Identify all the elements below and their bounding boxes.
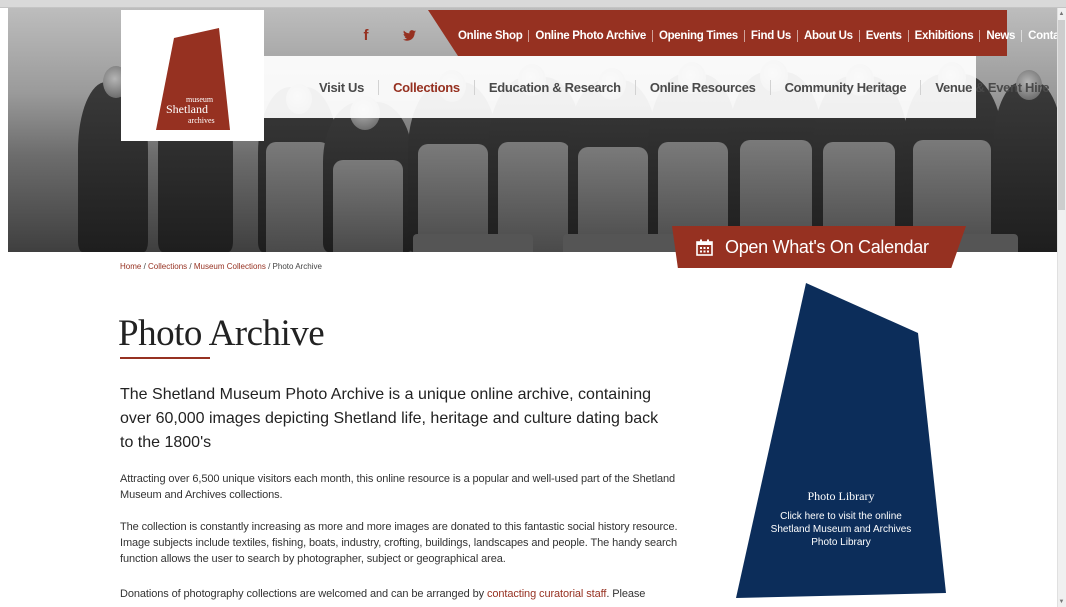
scroll-up-arrow-icon[interactable]: ▲ (1058, 10, 1065, 18)
nav-education-research[interactable]: Education & Research (475, 79, 636, 95)
util-link-online-photo-archive[interactable]: Online Photo Archive (529, 30, 653, 42)
paragraph-donations: Donations of photography collections are… (120, 586, 680, 602)
breadcrumb-separator: / (265, 262, 273, 271)
breadcrumb-collections[interactable]: Collections (148, 262, 187, 271)
util-link-find-us[interactable]: Find Us (745, 30, 798, 42)
breadcrumb-museum-collections[interactable]: Museum Collections (194, 262, 266, 271)
scrollbar-thumb[interactable] (1058, 20, 1065, 210)
util-link-online-shop[interactable]: Online Shop (452, 30, 530, 42)
breadcrumb-separator: / (141, 262, 149, 271)
util-link-about-us[interactable]: About Us (798, 30, 860, 42)
breadcrumb: Home / Collections / Museum Collections … (120, 262, 322, 271)
utility-nav: Online Shop Online Photo Archive Opening… (452, 27, 1066, 45)
lead-paragraph: The Shetland Museum Photo Archive is a u… (120, 386, 659, 451)
main-nav: Visit Us Collections Education & Researc… (264, 56, 1049, 118)
breadcrumb-home[interactable]: Home (120, 262, 141, 271)
breadcrumb-separator: / (187, 262, 194, 271)
nav-collections[interactable]: Collections (379, 79, 475, 95)
util-link-opening-times[interactable]: Opening Times (653, 30, 745, 42)
page-title: Photo Archive (118, 313, 325, 354)
nav-community-heritage[interactable]: Community Heritage (771, 79, 922, 95)
photo-library-title: Photo Library (807, 489, 875, 503)
util-link-exhibitions[interactable]: Exhibitions (909, 30, 981, 42)
calendar-button-label: Open What's On Calendar (725, 236, 929, 257)
donations-text-end: . Please (606, 588, 646, 600)
twitter-icon[interactable] (398, 24, 420, 46)
util-link-news[interactable]: News (980, 30, 1023, 42)
nav-visit-us[interactable]: Visit Us (305, 79, 380, 95)
photo-library-description: Click here to visit the online Shetland … (770, 511, 912, 548)
browser-top-strip (0, 0, 1066, 8)
calendar-icon (696, 239, 713, 256)
breadcrumb-current: Photo Archive (272, 262, 322, 271)
title-underline (120, 357, 210, 359)
logo-text-shetland: Shetland (166, 102, 208, 116)
nav-online-resources[interactable]: Online Resources (636, 79, 771, 95)
nav-venue-event-hire[interactable]: Venue & Event Hire (921, 80, 1063, 95)
open-calendar-button[interactable]: Open What's On Calendar (672, 226, 966, 268)
scroll-down-arrow-icon[interactable]: ▼ (1058, 598, 1065, 606)
paragraph-visitors: Attracting over 6,500 unique visitors ea… (120, 473, 676, 501)
util-link-events[interactable]: Events (860, 30, 909, 42)
paragraph-collection: The collection is constantly increasing … (120, 521, 678, 565)
logo-text-archives: archives (188, 116, 215, 125)
facebook-icon[interactable]: f (355, 24, 377, 46)
donations-text-start: Donations of photography collections are… (120, 588, 487, 600)
photo-library-panel[interactable] (736, 283, 946, 598)
contacting-curatorial-staff-link[interactable]: contacting curatorial staff (487, 588, 606, 600)
